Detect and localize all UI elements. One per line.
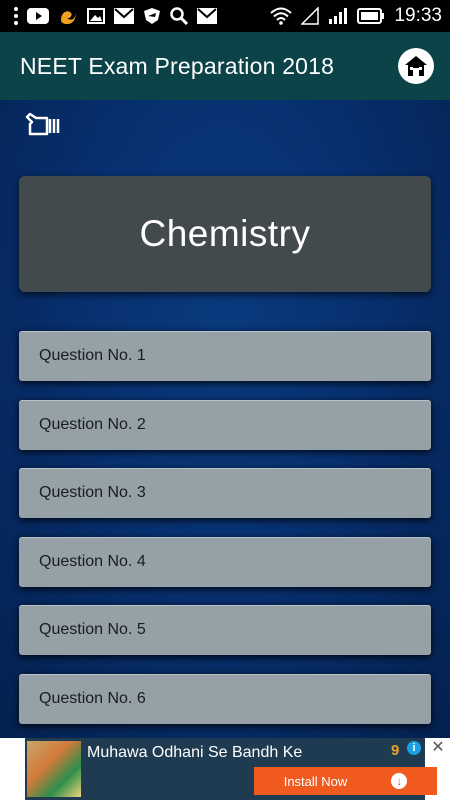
back-button[interactable]: [24, 112, 62, 140]
install-label: Install Now: [283, 773, 348, 789]
ad-badge: 9: [391, 742, 400, 759]
question-item-3[interactable]: Question No. 3: [19, 468, 431, 518]
status-time: 19:33: [394, 5, 442, 26]
image-icon: [87, 8, 105, 24]
search-icon: [170, 7, 188, 25]
question-label: Question No. 6: [39, 690, 146, 707]
subject-header: Chemistry: [19, 176, 431, 292]
uc-browser-icon: [58, 6, 78, 26]
battery-icon: [357, 8, 385, 24]
question-item-2[interactable]: Question No. 2: [19, 400, 431, 450]
question-item-4[interactable]: Question No. 4: [19, 537, 431, 587]
question-label: Question No. 5: [39, 621, 146, 638]
question-item-5[interactable]: Question No. 5: [19, 605, 431, 655]
wifi-icon: [270, 7, 293, 25]
signal-empty-icon: [301, 7, 320, 25]
hand-pointing-icon: [24, 112, 62, 140]
more-vert-icon: [14, 7, 18, 25]
ad-close-icon[interactable]: ✕: [428, 739, 448, 757]
ad-info-icon[interactable]: i: [407, 741, 421, 755]
gmail-icon: [114, 8, 134, 24]
ad-banner[interactable]: Muhawa Odhani Se Bandh Ke 9 i ✕ Install …: [0, 738, 450, 800]
question-label: Question No. 1: [39, 347, 146, 364]
ad-title[interactable]: Muhawa Odhani Se Bandh Ke: [87, 744, 302, 762]
home-icon: [404, 55, 428, 77]
question-label: Question No. 3: [39, 484, 146, 501]
subject-title: Chemistry: [139, 213, 311, 254]
youtube-icon: [27, 8, 49, 24]
app-title: NEET Exam Preparation 2018: [20, 52, 335, 79]
app-bar: NEET Exam Preparation 2018: [0, 32, 450, 100]
question-item-1[interactable]: Question No. 1: [19, 331, 431, 381]
ad-content[interactable]: Muhawa Odhani Se Bandh Ke 9 i ✕ Install …: [25, 738, 448, 800]
install-now-button[interactable]: Install Now ↓: [254, 767, 437, 795]
download-icon: ↓: [391, 773, 408, 789]
signal-icon: [328, 7, 348, 25]
question-label: Question No. 2: [39, 416, 146, 433]
content-area: Chemistry Question No. 1 Question No. 2 …: [0, 100, 450, 738]
ad-thumbnail-image[interactable]: [27, 741, 81, 797]
home-button[interactable]: [398, 48, 434, 84]
gmail-icon: [197, 8, 217, 24]
status-bar: 19:33: [0, 0, 450, 32]
shield-icon: [143, 7, 161, 25]
question-item-6[interactable]: Question No. 6: [19, 674, 431, 724]
question-label: Question No. 4: [39, 553, 146, 570]
